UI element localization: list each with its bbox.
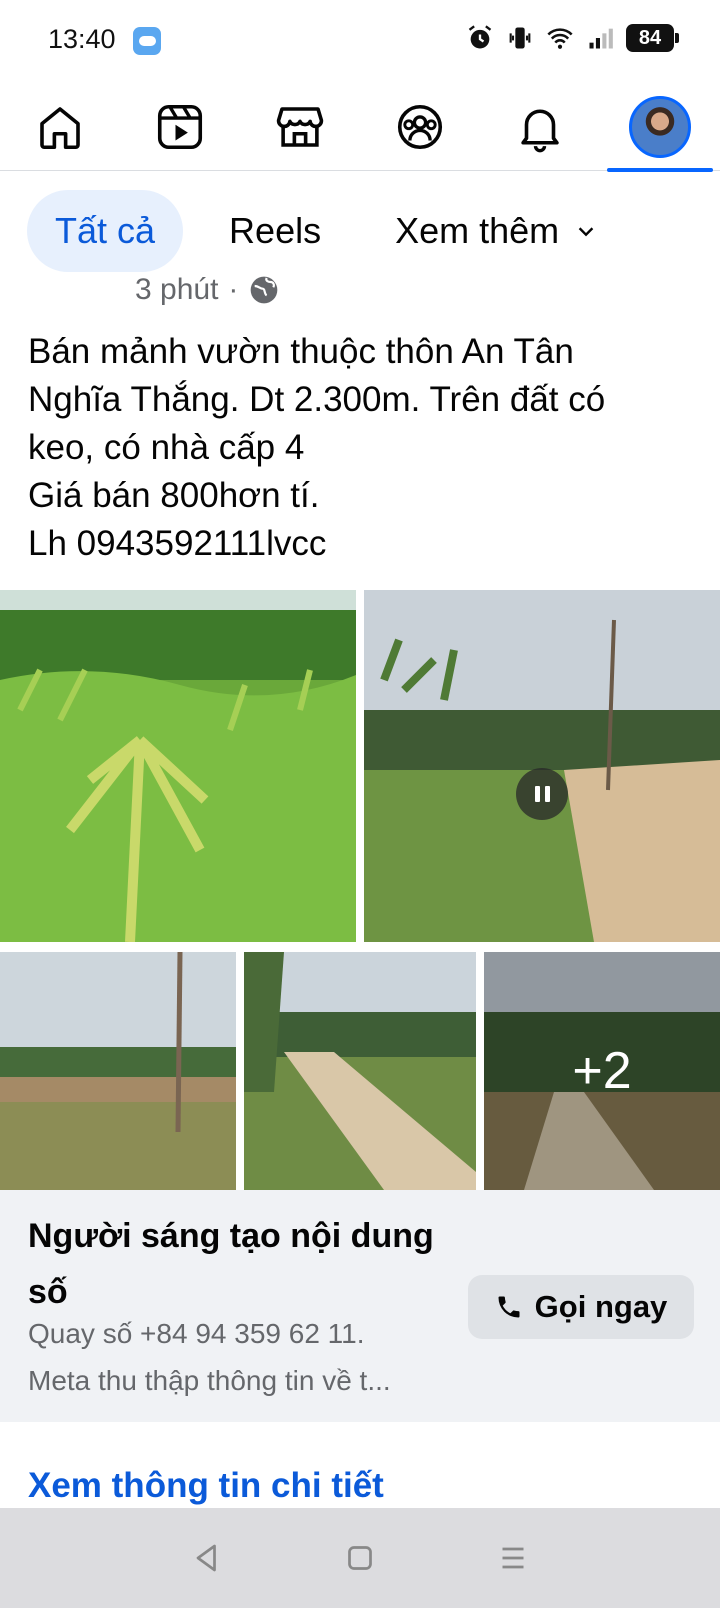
- call-now-button[interactable]: Gọi ngay: [468, 1275, 694, 1339]
- path-photo: [244, 952, 476, 1190]
- status-icons: 84: [466, 24, 679, 52]
- nav-video[interactable]: [120, 84, 240, 170]
- post-line: Nghĩa Thắng. Dt 2.300m. Trên đất có: [28, 380, 606, 419]
- post-line: Bán mảnh vườn thuộc thôn An Tân: [28, 332, 574, 371]
- nav-profile[interactable]: [600, 84, 720, 170]
- marketplace-icon: [276, 107, 324, 147]
- status-time: 13:40: [48, 24, 116, 54]
- meta-disclaimer: Meta thu thập thông tin về t...: [28, 1365, 391, 1396]
- more-media-overlay[interactable]: +2: [484, 952, 720, 1190]
- recents-icon[interactable]: [495, 1540, 531, 1576]
- globe-icon: [251, 276, 278, 304]
- profile-avatar: [629, 96, 691, 158]
- alarm-icon: [468, 25, 492, 49]
- nav-marketplace[interactable]: [240, 84, 360, 170]
- video-icon: [157, 104, 203, 150]
- post-photo-1[interactable]: [0, 590, 356, 942]
- system-navigation: [0, 1508, 720, 1608]
- battery-level: 84: [638, 26, 662, 49]
- post-video[interactable]: [364, 590, 720, 942]
- home-square-icon[interactable]: [342, 1540, 378, 1576]
- back-icon[interactable]: [189, 1540, 225, 1576]
- post-time: 3 phút: [135, 273, 219, 306]
- filter-more-label: Xem thêm: [395, 210, 560, 251]
- status-bar: 13:40 84: [0, 0, 720, 80]
- post-line: Giá bán 800hơn tí.: [28, 476, 320, 515]
- active-tab-indicator: [607, 168, 713, 172]
- battery-icon: 84: [626, 24, 679, 52]
- filter-all[interactable]: Tất cả: [27, 190, 184, 272]
- nav-notifications[interactable]: [480, 84, 600, 170]
- advertiser-name: Người sáng tạo nội dung số: [28, 1217, 434, 1311]
- post-body: Bán mảnh vườn thuộc thôn An Tân Nghĩa Th…: [28, 328, 700, 568]
- wifi-icon: [547, 28, 573, 49]
- post-line: keo, có nhà cấp 4: [28, 428, 305, 467]
- nav-home[interactable]: [0, 84, 120, 170]
- signal-icon: [589, 28, 613, 49]
- garden-photo: [0, 590, 356, 942]
- dial-number: Quay số +84 94 359 62 11.: [28, 1318, 365, 1349]
- home-icon: [40, 107, 80, 150]
- notifications-icon: [521, 109, 559, 153]
- view-details-link[interactable]: Xem thông tin chi tiết: [28, 1466, 384, 1506]
- post-photo-2[interactable]: [0, 952, 236, 1190]
- top-navigation: [0, 84, 720, 172]
- road-video-thumbnail: [364, 590, 720, 942]
- groups-icon: [397, 104, 443, 150]
- vibrate-icon: [509, 27, 531, 49]
- pause-button[interactable]: [516, 768, 568, 820]
- post-line: Lh 0943592111lvcc: [28, 524, 327, 563]
- call-to-action: Người sáng tạo nội dung số Quay số +84 9…: [0, 1190, 720, 1422]
- call-now-label: Gọi ngay: [534, 1289, 668, 1324]
- filter-more[interactable]: Xem thêm: [367, 190, 625, 272]
- weather-icon: [133, 27, 161, 55]
- post-meta: 3 phút ·: [135, 272, 280, 322]
- phone-icon: [498, 1296, 520, 1318]
- field-photo: [0, 952, 236, 1190]
- meta-separator: ·: [228, 273, 239, 306]
- chevron-down-icon: [578, 227, 594, 237]
- post-photo-3[interactable]: [244, 952, 476, 1190]
- nav-groups[interactable]: [360, 84, 480, 170]
- filter-reels[interactable]: Reels: [201, 190, 349, 272]
- feed-filters: Tất cả Reels Xem thêm: [27, 190, 625, 272]
